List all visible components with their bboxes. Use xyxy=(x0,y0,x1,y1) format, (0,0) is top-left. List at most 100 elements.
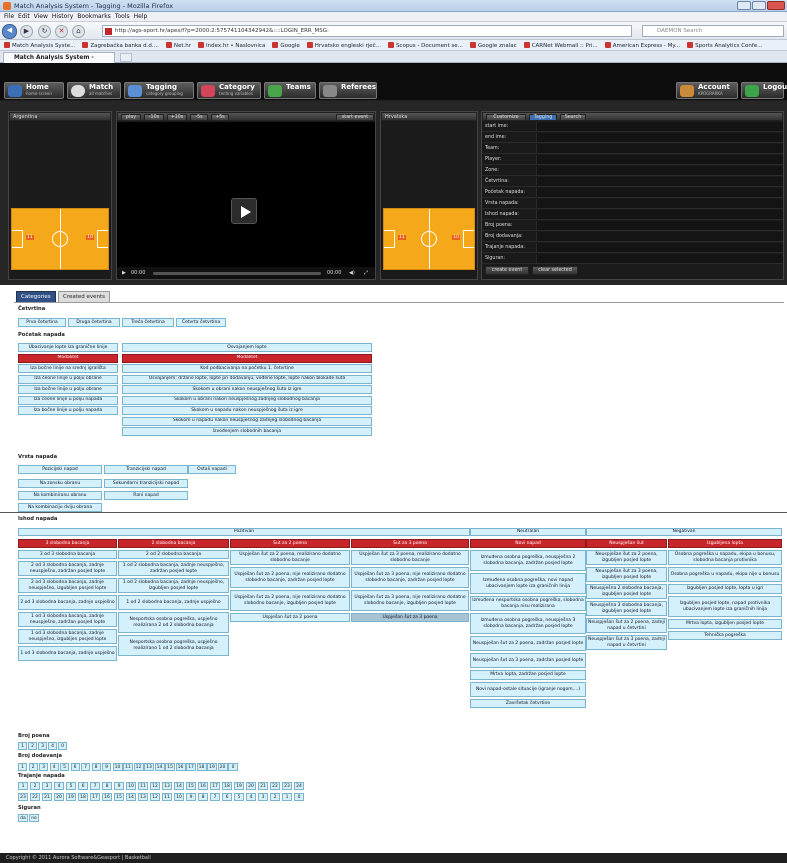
plus-5s-button[interactable]: +5s xyxy=(211,114,229,121)
broj-dodavanja-option[interactable]: 17 xyxy=(186,763,196,771)
forward-icon[interactable]: ▶ xyxy=(20,25,33,38)
ishod-option[interactable]: Uspješan šut za 3 poena, nije realiziran… xyxy=(351,590,469,611)
video-player[interactable] xyxy=(117,122,375,267)
vrsta-option[interactable]: Na kombinaciju dviju obrana xyxy=(18,503,102,512)
ishod-group-pozitivan[interactable]: Pozitivan xyxy=(18,528,470,536)
bookmark-item[interactable]: Google xyxy=(272,42,300,49)
tag-field-value[interactable] xyxy=(536,210,783,220)
menu-item-file[interactable]: File xyxy=(4,13,14,20)
trajanje-option[interactable]: 23 xyxy=(282,782,292,790)
broj-dodavanja-option[interactable]: 16 xyxy=(175,763,186,771)
nav-referees-button[interactable]: Referees xyxy=(319,82,377,99)
vrsta-option[interactable]: Tranzicijski napad xyxy=(104,465,188,474)
ishod-option[interactable]: 2 od 3 slobodna bacanja, zadnje uspješno xyxy=(18,595,117,610)
broj-dodavanja-option[interactable]: 11 xyxy=(123,763,133,771)
menu-item-history[interactable]: History xyxy=(52,13,73,20)
maximize-button[interactable] xyxy=(752,1,766,10)
ishod-option[interactable]: Neuspješna 2 slobodna bacanja, izgubljen… xyxy=(586,584,667,599)
ishod-option[interactable]: 2 od 3 slobodna bacanja, zadnje neuspješ… xyxy=(18,578,117,593)
siguran-option[interactable]: ne xyxy=(29,814,39,822)
bookmark-item[interactable]: Sports Analytics Confe... xyxy=(687,42,762,49)
tag-field-value[interactable] xyxy=(536,155,783,165)
close-button[interactable] xyxy=(767,1,785,10)
trajanje-option[interactable]: 22 xyxy=(270,782,280,790)
ishod-option[interactable]: Osobna pogreška u napadu, ekipa u bonusu… xyxy=(668,550,782,565)
ishod-option[interactable]: Uspješan šut za 3 poena, nije realiziran… xyxy=(351,567,469,588)
trajanje-option[interactable]: 5 xyxy=(66,782,76,790)
nav-home-button[interactable]: Home home screen xyxy=(4,82,64,99)
pocetak-left-option[interactable]: Iza bočne linije u polju obrane xyxy=(18,385,118,394)
cetvrtina-option[interactable]: Prva četvrtina xyxy=(18,318,66,327)
trajanje-option[interactable]: 2 xyxy=(30,782,40,790)
broj-dodavanja-option[interactable]: 19 xyxy=(207,763,217,771)
trajanje-option[interactable]: 0 xyxy=(294,793,304,801)
tab-customize[interactable]: Customize xyxy=(486,114,526,121)
trajanje-option[interactable]: 2 xyxy=(270,793,280,801)
ishod-option[interactable]: Neuspješan šut za 2 poena, zadnji napad … xyxy=(586,618,667,633)
ishod-option[interactable]: Izgubljen posjed lopte, napad protivnika… xyxy=(668,596,782,617)
cetvrtina-option[interactable]: Četvrta četvrtina xyxy=(176,318,226,327)
trajanje-option[interactable]: 1 xyxy=(282,793,292,801)
pocetak-right-option[interactable]: Osvajanjem: držane lopte, lopte pri doda… xyxy=(122,374,372,384)
ishod-option[interactable]: 1 od 2 slobodna bacanja, zadnje neuspješ… xyxy=(118,578,229,593)
ishod-option[interactable]: Tehnička pogreška xyxy=(668,631,782,640)
account-button[interactable]: Account KPOGRARKA xyxy=(676,82,738,99)
plus-10s-button[interactable]: +10s xyxy=(167,114,187,121)
ishod-col-head[interactable]: Šut za 3 poena xyxy=(351,539,469,548)
ishod-group-negativan[interactable]: Negativan xyxy=(586,528,782,536)
broj-dodavanja-option[interactable]: 1 xyxy=(18,763,27,771)
start-event-button[interactable]: start event xyxy=(336,114,374,121)
trajanje-option[interactable]: 22 xyxy=(30,793,40,801)
pocetak-left-option[interactable]: Iza čeone linije u polju napada xyxy=(18,395,118,405)
nav-teams-button[interactable]: Teams xyxy=(264,82,316,99)
trajanje-option[interactable]: 12 xyxy=(150,793,160,801)
search-input[interactable]: DAEMON Search xyxy=(642,25,784,37)
trajanje-option[interactable]: 6 xyxy=(222,793,232,801)
trajanje-option[interactable]: 5 xyxy=(234,793,244,801)
trajanje-option[interactable]: 3 xyxy=(258,793,268,801)
ishod-col-head[interactable]: 2 slobodna bacanja xyxy=(118,539,229,548)
logout-button[interactable]: Logout xyxy=(741,82,787,99)
trajanje-option[interactable]: 21 xyxy=(42,793,52,801)
pocetak-left-option[interactable]: Iza čeone linije u polju obrane xyxy=(18,374,118,384)
url-bar[interactable]: http://ags-sport.hr/apex/f?p=2000:2:5757… xyxy=(102,25,632,37)
ishod-option[interactable]: Uspješan šut za 2 poena xyxy=(230,613,350,622)
ishod-col-head[interactable]: Izgubljena lopta xyxy=(668,539,782,548)
tab-search[interactable]: Search xyxy=(560,114,586,121)
pocetak-left-option[interactable]: Modalitet xyxy=(18,353,118,363)
bookmark-item[interactable]: Google znalac xyxy=(469,42,517,49)
ishod-option[interactable]: Uspješan šut za 2 poena, nije realiziran… xyxy=(230,567,350,588)
trajanje-option[interactable]: 4 xyxy=(54,782,64,790)
ishod-option[interactable]: 3 od 3 slobodna bacanja xyxy=(18,550,117,559)
broj-dodavanja-option[interactable]: 7 xyxy=(81,763,90,771)
vrsta-option[interactable]: Sekundarni tranzicijski napad xyxy=(104,479,188,488)
siguran-option[interactable]: da xyxy=(18,814,28,822)
fullscreen-icon[interactable]: ⤢ xyxy=(364,267,368,279)
trajanje-option[interactable]: 8 xyxy=(198,793,208,801)
nav-tagging-button[interactable]: Tagging category grouping xyxy=(124,82,194,99)
ishod-option[interactable]: Mrtva lopta, zadržan posjed lopte xyxy=(470,670,586,680)
tag-field-value[interactable] xyxy=(536,243,783,253)
ishod-option[interactable]: Neuspješan šut za 3 poena, izgubljen pos… xyxy=(586,567,667,582)
pocetak-right-option[interactable]: Skokom u obrani nakon neuspješnog šuta i… xyxy=(122,385,372,394)
ishod-option[interactable]: 1 od 2 slobodna bacanja, zadnje uspješno xyxy=(118,595,229,610)
trajanje-option[interactable]: 14 xyxy=(126,793,136,801)
trajanje-option[interactable]: 21 xyxy=(258,782,268,790)
pocetak-right-option[interactable]: Osvajanjem lopte xyxy=(122,343,372,352)
vrsta-option[interactable]: Rani napad xyxy=(104,491,188,500)
home-icon[interactable]: ⌂ xyxy=(72,25,85,38)
broj-poena-option[interactable]: 1 xyxy=(18,742,27,750)
vrsta-option[interactable]: Na kombiniranu obranu xyxy=(18,491,102,500)
ishod-group-neutralan[interactable]: Neutralan xyxy=(470,528,586,536)
broj-dodavanja-option[interactable]: 9 xyxy=(102,763,111,771)
play-button[interactable]: play xyxy=(121,114,141,121)
pocetak-right-option[interactable]: Skokom u napadu nakon neuspješnog šuta i… xyxy=(122,406,372,415)
bookmark-item[interactable]: Index.hr • Naslovnica xyxy=(198,42,265,49)
trajanje-option[interactable]: 8 xyxy=(102,782,112,790)
create-event-button[interactable]: create event xyxy=(485,266,529,275)
trajanje-option[interactable]: 4 xyxy=(246,793,256,801)
minus-10s-button[interactable]: -10s xyxy=(144,114,164,121)
trajanje-option[interactable]: 18 xyxy=(222,782,232,790)
ishod-option[interactable]: Neuspješan šut za 3 poena, zadnji napad … xyxy=(586,635,667,650)
tab-created-events[interactable]: Created events xyxy=(58,291,111,302)
